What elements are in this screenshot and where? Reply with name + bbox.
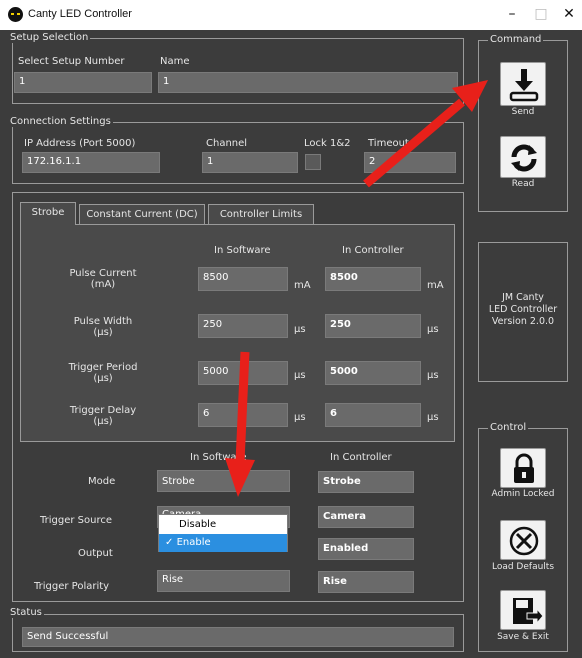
trigger-period-label: Trigger Period (µs): [48, 362, 158, 384]
tools-icon: [509, 526, 539, 556]
pulse-width-label-line2: (µs): [93, 327, 113, 338]
trigger-period-label-line2: (µs): [93, 373, 113, 384]
maximize-button[interactable]: □: [530, 4, 552, 24]
tab-strobe[interactable]: Strobe: [20, 202, 76, 225]
output-option-disable[interactable]: Disable: [159, 516, 287, 534]
mode-label: Mode: [88, 476, 116, 487]
trigger-delay-label-line2: (µs): [93, 416, 113, 427]
info-line-3: Version 2.0.0: [491, 316, 555, 327]
lock-label: Lock 1&2: [304, 138, 351, 149]
trigger-period-controller-value: 5000: [325, 361, 421, 385]
pulse-current-software-unit: mA: [294, 280, 311, 291]
admin-locked-label: Admin Locked: [484, 489, 562, 499]
read-label: Read: [494, 179, 552, 189]
output-label: Output: [78, 548, 113, 559]
close-button[interactable]: ✕: [558, 4, 580, 24]
trigger-polarity-software-select[interactable]: Rise: [157, 570, 290, 592]
ip-address-label: IP Address (Port 5000): [24, 138, 136, 149]
trigger-polarity-label: Trigger Polarity: [34, 581, 110, 592]
trigger-delay-controller-unit: µs: [427, 412, 439, 423]
trigger-period-software-unit: µs: [294, 370, 306, 381]
pulse-width-label: Pulse Width (µs): [48, 316, 158, 338]
save-exit-icon: [513, 598, 544, 625]
app-logo-icon: [8, 7, 23, 22]
version-info: JM Canty LED Controller Version 2.0.0: [478, 292, 568, 328]
mode-controller-value: Strobe: [318, 471, 414, 493]
output-option-enable-label: Enable: [176, 537, 211, 548]
mode-software-select[interactable]: Strobe: [157, 470, 290, 492]
status-legend: Status: [8, 607, 44, 618]
command-legend: Command: [488, 34, 544, 45]
setup-number-label: Select Setup Number: [18, 56, 125, 67]
info-line-1: JM Canty: [502, 292, 544, 303]
minimize-button[interactable]: –: [501, 4, 523, 24]
load-defaults-label: Load Defaults: [484, 562, 562, 572]
pulse-width-label-line1: Pulse Width: [73, 316, 133, 327]
pulse-current-label: Pulse Current (mA): [48, 268, 158, 290]
pulse-current-controller-value: 8500: [325, 267, 421, 291]
channel-label: Channel: [206, 138, 248, 149]
trigger-source-label: Trigger Source: [40, 515, 113, 526]
pulse-current-label-line1: Pulse Current: [69, 268, 137, 279]
timeout-label: Timeout: [368, 138, 409, 149]
trigger-period-controller-unit: µs: [427, 370, 439, 381]
save-exit-label: Save & Exit: [484, 632, 562, 642]
column-header-software: In Software: [214, 245, 271, 256]
trigger-delay-software-input[interactable]: 6: [198, 403, 288, 427]
output-dropdown-menu: Disable ✓ Enable: [158, 514, 288, 552]
tab-controller-limits[interactable]: Controller Limits: [208, 204, 314, 225]
send-button[interactable]: [500, 62, 546, 106]
pulse-width-software-input[interactable]: 250: [198, 314, 288, 338]
selected-check-icon: ✓: [165, 537, 174, 548]
read-button[interactable]: [500, 136, 546, 178]
info-line-2: LED Controller: [488, 304, 558, 315]
trigger-delay-software-unit: µs: [294, 412, 306, 423]
lock-checkbox[interactable]: [305, 154, 321, 170]
download-icon: [509, 69, 539, 102]
trigger-delay-label-line1: Trigger Delay: [69, 405, 137, 416]
pulse-current-controller-unit: mA: [427, 280, 444, 291]
trigger-period-label-line1: Trigger Period: [68, 362, 138, 373]
pulse-current-label-line2: (mA): [90, 279, 116, 290]
trigger-delay-label: Trigger Delay (µs): [48, 405, 158, 427]
timeout-input[interactable]: 2: [364, 152, 456, 173]
tab-constant-current[interactable]: Constant Current (DC): [79, 204, 205, 225]
setup-number-select[interactable]: 1: [14, 72, 152, 93]
trigger-source-controller-value: Camera: [318, 506, 414, 528]
control-legend: Control: [488, 422, 529, 433]
lock-icon: [514, 453, 534, 483]
refresh-icon: [511, 144, 537, 172]
lower-column-header-controller: In Controller: [330, 452, 392, 463]
load-defaults-button[interactable]: [500, 520, 546, 560]
channel-input[interactable]: 1: [202, 152, 298, 173]
trigger-polarity-controller-value: Rise: [318, 571, 414, 593]
pulse-width-software-unit: µs: [294, 324, 306, 335]
pulse-width-controller-unit: µs: [427, 324, 439, 335]
trigger-period-software-input[interactable]: 5000: [198, 361, 288, 385]
output-controller-value: Enabled: [318, 538, 414, 560]
connection-settings-legend: Connection Settings: [8, 116, 113, 127]
save-exit-button[interactable]: [500, 590, 546, 630]
ip-address-input[interactable]: 172.16.1.1: [22, 152, 160, 173]
window-title: Canty LED Controller: [28, 8, 132, 20]
trigger-delay-controller-value: 6: [325, 403, 421, 427]
setup-selection-legend: Setup Selection: [8, 32, 91, 43]
admin-lock-button[interactable]: [500, 448, 546, 488]
setup-name-label: Name: [160, 56, 190, 67]
column-header-controller: In Controller: [342, 245, 404, 256]
setup-name-input[interactable]: 1: [158, 72, 458, 93]
active-tab-join: [21, 223, 75, 225]
title-bar: Canty LED Controller – □ ✕: [0, 0, 582, 30]
pulse-current-software-input[interactable]: 8500: [198, 267, 288, 291]
output-option-enable[interactable]: ✓ Enable: [159, 534, 287, 552]
send-label: Send: [494, 107, 552, 117]
pulse-width-controller-value: 250: [325, 314, 421, 338]
lower-column-header-software: In Software: [190, 452, 247, 463]
setup-selection-group: [12, 38, 464, 104]
status-text: Send Successful: [22, 627, 454, 647]
